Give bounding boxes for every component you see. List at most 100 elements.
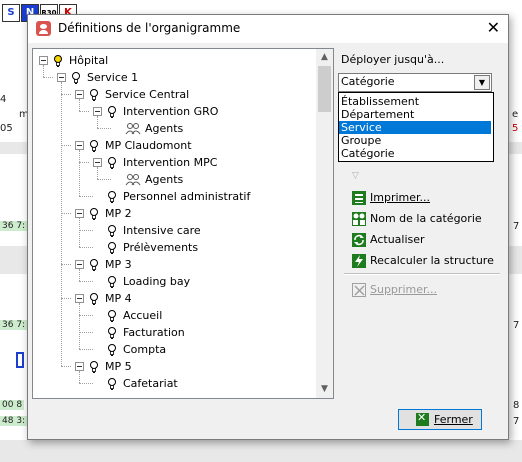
- tree-collapse-toggle-icon[interactable]: [93, 158, 102, 167]
- deploy-combobox[interactable]: Catégorie ▼: [338, 73, 492, 92]
- background-cell: 36 7:: [0, 221, 28, 231]
- tree-connector: [79, 332, 93, 333]
- background-label: 7: [513, 320, 520, 331]
- background-blue-marker: [16, 352, 24, 368]
- delete-label-text: Supprimer...: [370, 283, 437, 296]
- tree-connector: [79, 247, 93, 248]
- tree-connector: [79, 196, 93, 197]
- tree-node-row[interactable]: Agents: [33, 171, 313, 188]
- tree-scrollbar[interactable]: ▲ ▼: [316, 49, 333, 398]
- tree-node-row[interactable]: MP 5: [33, 358, 313, 375]
- background-label: 7: [513, 221, 520, 232]
- tree-node-row[interactable]: Intervention GRO: [33, 103, 313, 120]
- tree-connector: [79, 218, 80, 247]
- tree-node-row[interactable]: Prélèvements: [33, 239, 313, 256]
- tree-node-label: MP Claudomont: [105, 139, 192, 152]
- tree-node-label: Prélèvements: [123, 241, 199, 254]
- tree-node-row[interactable]: MP 3: [33, 256, 313, 273]
- tree-node-row[interactable]: Hôpital: [33, 52, 313, 69]
- lightning-icon: [352, 254, 366, 268]
- deploy-option-categorie[interactable]: Catégorie: [339, 147, 491, 160]
- tree-connector: [79, 383, 93, 384]
- tree-connector: [61, 264, 71, 265]
- app-user-icon: [36, 21, 51, 36]
- tree-connector: [43, 77, 53, 78]
- tree-collapse-toggle-icon[interactable]: [75, 260, 84, 269]
- scroll-thumb[interactable]: [318, 66, 331, 112]
- people-icon: [125, 173, 141, 187]
- tree-node-row[interactable]: Intervention MPC: [33, 154, 313, 171]
- background-cell: 48 3:: [0, 416, 28, 426]
- tree-collapse-toggle-icon[interactable]: [75, 294, 84, 303]
- deploy-option-etablissement[interactable]: Établissement: [339, 95, 491, 108]
- tree-node-row[interactable]: Cafetariat: [33, 375, 313, 392]
- dialog-titlebar[interactable]: Définitions de l'organigramme ✕: [28, 15, 508, 43]
- org-tree[interactable]: Hôpital Service 1 Service Central Intervent…: [32, 48, 334, 399]
- close-dialog-button[interactable]: Fermer: [398, 409, 482, 430]
- recalc-structure-label: Recalculer la structure: [370, 254, 494, 267]
- tree-node-label: MP 4: [105, 292, 132, 305]
- tree-collapse-toggle-icon[interactable]: [75, 90, 84, 99]
- tree-collapse-toggle-icon[interactable]: [75, 362, 84, 371]
- close-dialog-label: Fermer: [434, 413, 473, 426]
- tree-connector: [79, 162, 89, 163]
- deploy-option-groupe[interactable]: Groupe: [339, 134, 491, 147]
- tree-collapse-toggle-icon[interactable]: [93, 107, 102, 116]
- category-icon: [352, 212, 366, 226]
- tree-connector: [61, 94, 71, 95]
- close-icon[interactable]: ✕: [487, 18, 500, 37]
- tree-connector: [79, 303, 80, 349]
- deploy-selected-value: Catégorie: [341, 75, 395, 88]
- scroll-up-arrow-icon[interactable]: ▲: [316, 49, 333, 66]
- org-chart-dialog: Définitions de l'organigramme ✕ Hôpital S…: [27, 14, 509, 440]
- bulb-icon: [107, 190, 117, 204]
- print-label: Imprimer...: [370, 189, 430, 207]
- tree-node-row[interactable]: MP 4: [33, 290, 313, 307]
- background-label: 8: [513, 400, 520, 411]
- tree-node-row[interactable]: Service 1: [33, 69, 313, 86]
- tree-collapse-toggle-icon[interactable]: [39, 56, 48, 65]
- tree-node-label: Service Central: [105, 88, 190, 101]
- tree-connector: [61, 145, 71, 146]
- toolbar-button-s[interactable]: S: [2, 4, 20, 22]
- tree-node-row[interactable]: Accueil: [33, 307, 313, 324]
- deploy-option-service[interactable]: Service: [339, 121, 491, 134]
- bulb-icon: [71, 71, 81, 85]
- tree-connector: [79, 371, 80, 383]
- tree-node-row[interactable]: Intensive care: [33, 222, 313, 239]
- bulb-icon: [89, 258, 99, 272]
- tree-node-row[interactable]: Facturation: [33, 324, 313, 341]
- tree-collapse-toggle-icon[interactable]: [75, 209, 84, 218]
- tree-node-label: Personnel administratif: [123, 190, 251, 203]
- bulb-icon: [89, 139, 99, 153]
- deploy-dropdown-list[interactable]: Établissement Département Service Groupe…: [338, 92, 494, 162]
- bulb-icon: [107, 241, 117, 255]
- bulb-icon: [107, 326, 117, 340]
- tree-collapse-toggle-icon[interactable]: [75, 141, 84, 150]
- tree-node-row[interactable]: Loading bay: [33, 273, 313, 290]
- tree-node-row[interactable]: MP Claudomont: [33, 137, 313, 154]
- tree-node-label: Compta: [123, 343, 167, 356]
- tree-node-label: Intensive care: [123, 224, 201, 237]
- bulb-icon: [107, 377, 117, 391]
- tree-node-row[interactable]: Service Central: [33, 86, 313, 103]
- print-label-text: Imprimer...: [370, 191, 431, 204]
- deploy-option-departement[interactable]: Département: [339, 108, 491, 121]
- background-label: e: [512, 109, 519, 120]
- tree-collapse-toggle-icon[interactable]: [57, 73, 66, 82]
- bulb-icon: [89, 292, 99, 306]
- delete-label: Supprimer...: [370, 281, 437, 299]
- separator: [344, 273, 500, 275]
- tree-node-row[interactable]: Personnel administratif: [33, 188, 313, 205]
- background-cell: 00 8: [0, 400, 25, 410]
- tree-node-row[interactable]: Compta: [33, 341, 313, 358]
- deploy-label: Déployer jusqu'à...: [341, 53, 445, 66]
- chevron-down-icon[interactable]: ▼: [474, 75, 490, 90]
- tree-node-row[interactable]: Agents: [33, 120, 313, 137]
- people-icon: [125, 122, 141, 136]
- collapse-arrow-icon: ▽: [352, 171, 359, 181]
- bulb-icon: [107, 275, 117, 289]
- tree-node-row[interactable]: MP 2: [33, 205, 313, 222]
- tree-node-label: Intervention MPC: [123, 156, 218, 169]
- scroll-down-arrow-icon[interactable]: ▼: [316, 381, 333, 398]
